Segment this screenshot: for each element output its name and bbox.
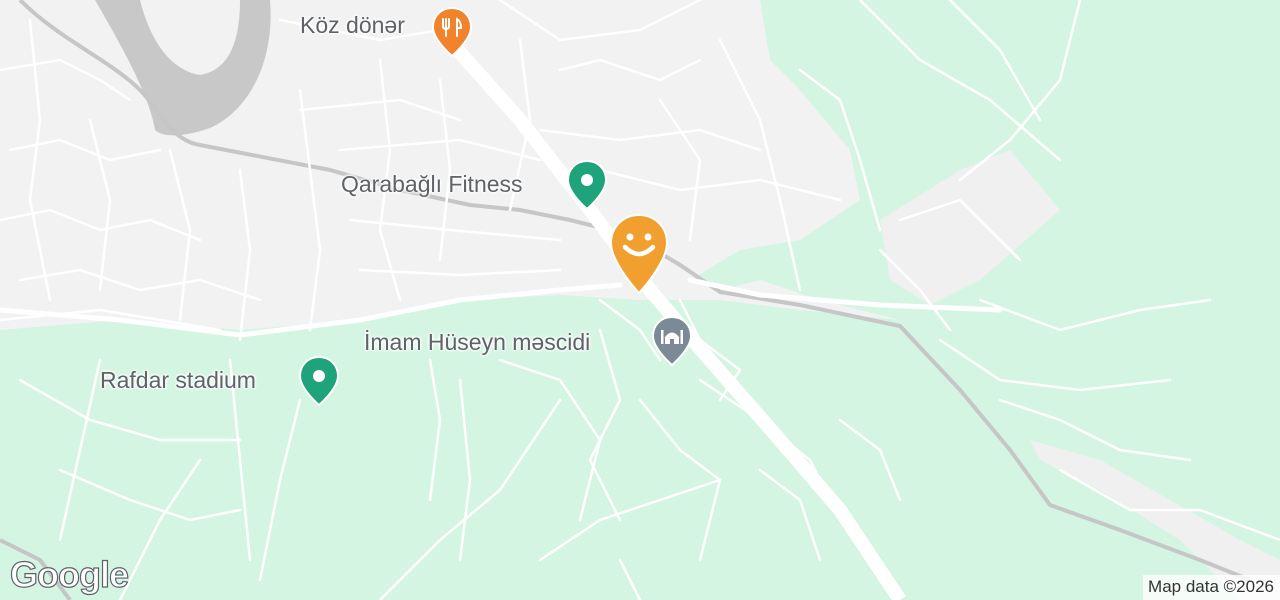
fitness-icon bbox=[566, 159, 608, 211]
poi-label: İmam Hüseyn məscidi bbox=[364, 329, 591, 355]
poi-rafdar-stadium[interactable]: Rafdar stadium bbox=[100, 355, 340, 407]
mosque-icon bbox=[651, 315, 693, 367]
map-canvas[interactable] bbox=[0, 0, 1280, 600]
poi-label: Qarabağlı Fitness bbox=[341, 171, 523, 197]
smiley-marker-icon[interactable] bbox=[607, 213, 671, 295]
google-logo[interactable]: Google bbox=[9, 553, 129, 596]
restaurant-icon bbox=[431, 6, 473, 58]
poi-qarabagli-fitness[interactable]: Qarabağlı Fitness bbox=[341, 159, 608, 211]
stadium-icon bbox=[298, 355, 340, 407]
poi-koz-doner[interactable]: Köz dönər bbox=[300, 6, 473, 58]
poi-label: Rafdar stadium bbox=[100, 367, 256, 393]
map-attribution[interactable]: Map data ©2026 bbox=[1143, 575, 1280, 600]
poi-imam-huseyn-mescidi[interactable]: İmam Hüseyn məscidi bbox=[364, 315, 693, 367]
poi-label: Köz dönər bbox=[300, 12, 405, 38]
